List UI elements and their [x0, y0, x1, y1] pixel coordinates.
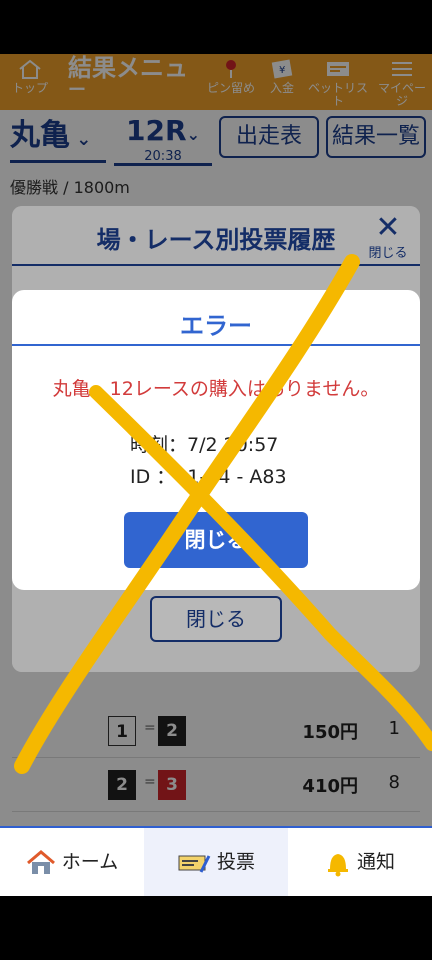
nav-home[interactable]: ホーム [0, 828, 144, 896]
nav-notify[interactable]: 通知 [288, 828, 432, 896]
app-screen: トップ 結果メニュ ー ピン留め ¥ 入金 ベットリスト マイページ 丸亀 ⌄ … [0, 54, 432, 896]
error-message: 丸亀、12レースの購入はありません。 [52, 378, 380, 400]
bottom-nav: ホーム 投票 通知 [0, 826, 432, 896]
divider [12, 344, 420, 346]
ticket-pen-icon [178, 854, 211, 873]
error-dialog: エラー 丸亀、12レースの購入はありません。 時刻：7/2 20:57 ID ：… [12, 290, 420, 590]
error-close-button[interactable]: 閉じる [124, 512, 308, 568]
bell-icon [327, 853, 348, 876]
error-id: ID ：01-94 - A83 [130, 466, 287, 488]
house-icon [26, 849, 55, 874]
error-dialog-title: エラー [180, 312, 252, 340]
nav-vote[interactable]: 投票 [144, 828, 288, 896]
error-time: 時刻：7/2 20:57 [130, 434, 279, 456]
